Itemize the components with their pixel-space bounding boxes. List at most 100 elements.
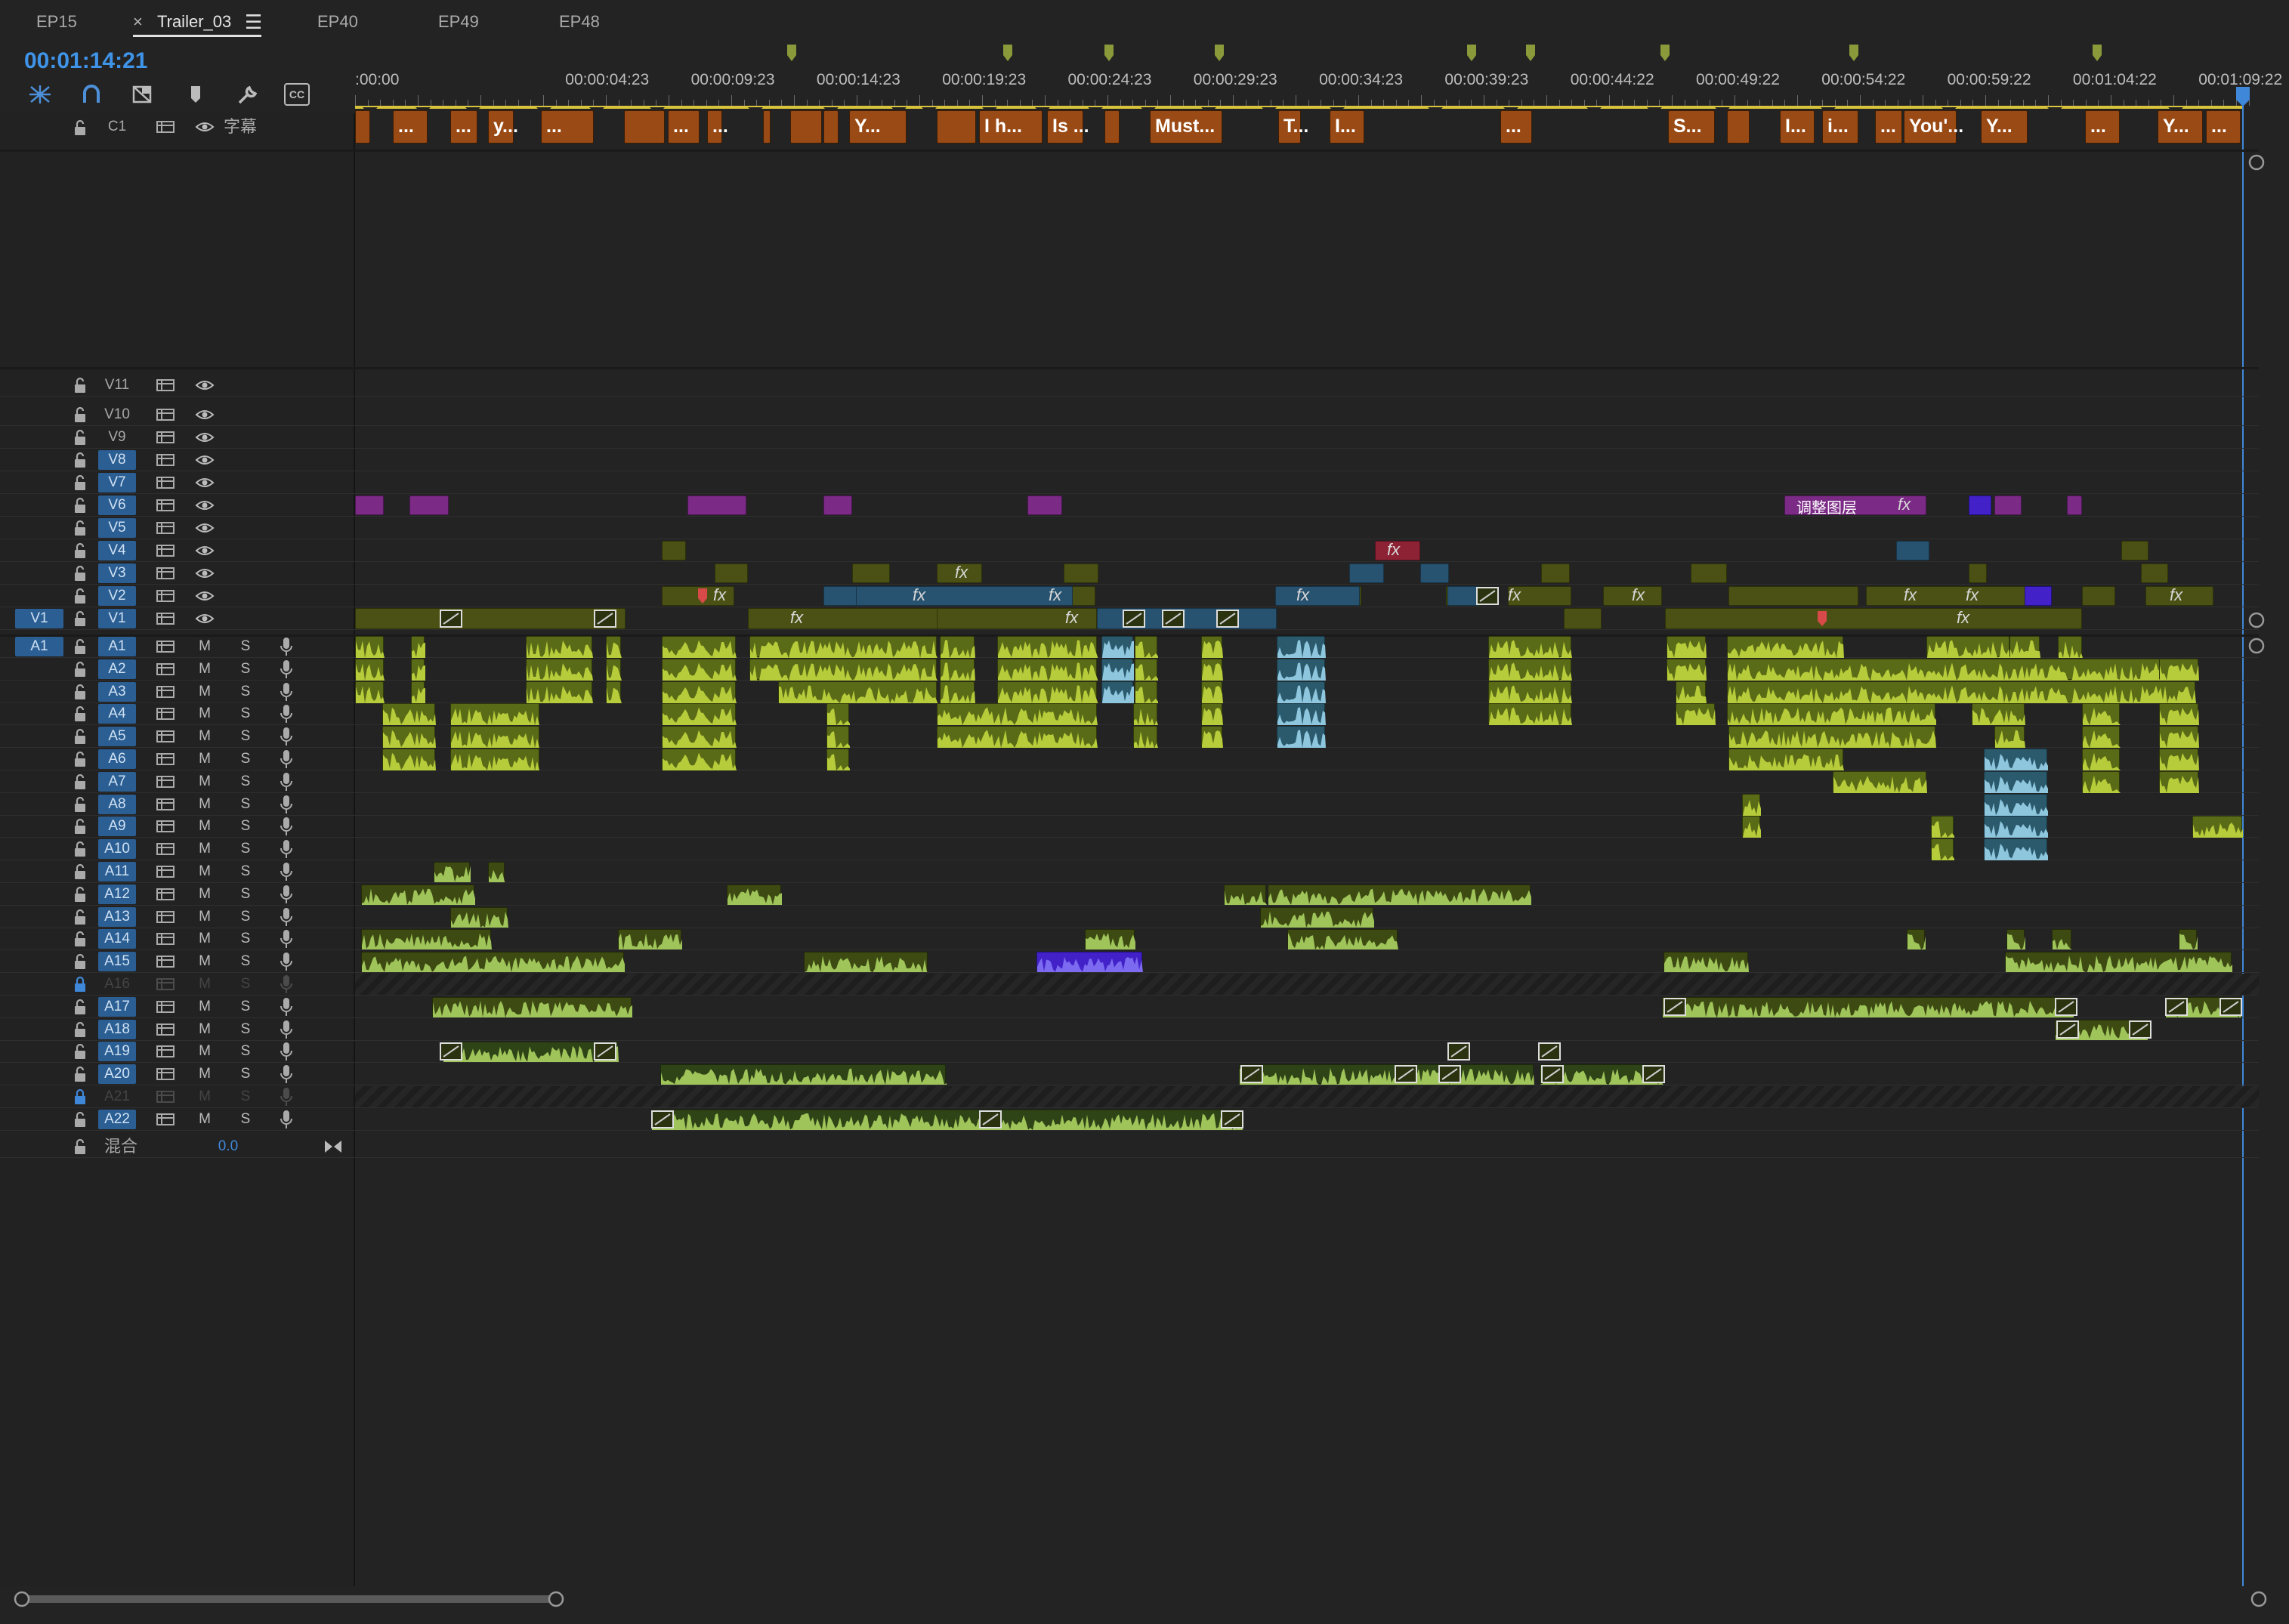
audio-clip[interactable]: [361, 884, 475, 905]
transition-icon[interactable]: [1663, 997, 1686, 1016]
lock-icon[interactable]: [73, 728, 88, 745]
audio-clip[interactable]: [382, 703, 436, 726]
sync-lock-icon[interactable]: [156, 841, 175, 857]
transition-icon[interactable]: [440, 610, 462, 628]
solo-button[interactable]: S: [237, 750, 254, 768]
caption-clip[interactable]: [1727, 110, 1750, 144]
audio-clip[interactable]: [1085, 929, 1135, 950]
transition-icon[interactable]: [1162, 610, 1185, 628]
linked-selection-icon[interactable]: [79, 83, 104, 106]
solo-button[interactable]: S: [237, 1065, 254, 1083]
sync-lock-icon[interactable]: [156, 498, 175, 513]
audio-clip[interactable]: [1488, 681, 1572, 703]
solo-button[interactable]: S: [237, 773, 254, 791]
audio-clip[interactable]: [434, 862, 471, 882]
caption-clip[interactable]: ...: [2206, 110, 2241, 144]
voice-over-record-icon[interactable]: [280, 997, 293, 1017]
sequence-marker-icon[interactable]: [1466, 44, 1477, 62]
solo-button[interactable]: S: [237, 952, 254, 971]
audio-clip[interactable]: [1972, 703, 2025, 726]
solo-button[interactable]: S: [237, 863, 254, 881]
transition-icon[interactable]: [2056, 1020, 2079, 1039]
lock-icon[interactable]: [73, 610, 88, 627]
transition-icon[interactable]: [1642, 1065, 1665, 1084]
mute-button[interactable]: M: [196, 638, 213, 656]
mute-button[interactable]: M: [196, 975, 213, 993]
sync-lock-icon[interactable]: [156, 378, 175, 393]
sync-lock-icon[interactable]: [156, 520, 175, 536]
track-name-a1[interactable]: A1: [98, 637, 136, 656]
track-name-a19[interactable]: A19: [98, 1042, 136, 1062]
mute-button[interactable]: M: [196, 773, 213, 791]
audio-clip[interactable]: [526, 636, 593, 658]
lock-icon[interactable]: [73, 684, 88, 700]
sync-lock-icon[interactable]: [156, 662, 175, 677]
vertical-zoom-handle-top[interactable]: [2247, 153, 2266, 172]
caption-clip[interactable]: [823, 110, 839, 144]
video-clip[interactable]: [1896, 541, 1929, 560]
audio-clip[interactable]: [2006, 929, 2025, 950]
horizontal-scrollbar[interactable]: [12, 1589, 2271, 1609]
track-name-a17[interactable]: A17: [98, 996, 136, 1017]
lock-icon[interactable]: [73, 841, 88, 857]
video-clip[interactable]: [355, 496, 384, 515]
audio-clip[interactable]: [1984, 816, 2048, 838]
toggle-output-eye-icon[interactable]: [195, 499, 215, 512]
playhead-timecode[interactable]: 00:01:14:21: [24, 48, 147, 74]
track-name-a10[interactable]: A10: [98, 839, 136, 860]
sync-lock-icon[interactable]: [156, 407, 175, 422]
playhead-line[interactable]: [2242, 106, 2244, 1586]
solo-button[interactable]: S: [237, 683, 254, 701]
source-patch-a1[interactable]: A1: [15, 637, 63, 656]
audio-clip[interactable]: [2082, 749, 2121, 770]
audio-clip[interactable]: [1833, 770, 1927, 793]
audio-clip[interactable]: [1260, 906, 1374, 928]
mute-button[interactable]: M: [196, 908, 213, 926]
audio-clip[interactable]: [1727, 658, 2196, 681]
voice-over-record-icon[interactable]: [280, 1110, 293, 1129]
audio-clip[interactable]: [940, 658, 975, 681]
audio-clip[interactable]: [826, 703, 850, 726]
sequence-marker-icon[interactable]: [1660, 44, 1670, 62]
lock-icon[interactable]: [73, 1043, 88, 1060]
audio-clip[interactable]: [940, 681, 975, 703]
track-name-a9[interactable]: A9: [98, 817, 136, 837]
sync-lock-icon[interactable]: [156, 729, 175, 744]
solo-button[interactable]: S: [237, 885, 254, 903]
snap-icon[interactable]: [27, 83, 53, 106]
sync-lock-icon[interactable]: [156, 864, 175, 879]
lock-icon[interactable]: [73, 976, 88, 993]
go-to-edit-icon[interactable]: [323, 1139, 343, 1154]
caption-clip[interactable]: You'...: [1904, 110, 1963, 144]
audio-clip[interactable]: [662, 703, 737, 726]
audio-clip[interactable]: [1277, 636, 1326, 658]
audio-clip[interactable]: [997, 658, 1098, 681]
audio-clip[interactable]: [606, 681, 622, 703]
solo-button[interactable]: S: [237, 705, 254, 723]
audio-clip[interactable]: [1926, 636, 2010, 658]
mute-button[interactable]: M: [196, 1020, 213, 1039]
audio-clip[interactable]: [1036, 952, 1143, 973]
toggle-output-eye-icon[interactable]: [195, 120, 215, 134]
transition-icon[interactable]: [594, 610, 616, 628]
sync-lock-icon[interactable]: [156, 819, 175, 834]
sequence-marker-icon[interactable]: [786, 44, 797, 62]
lock-icon[interactable]: [73, 1021, 88, 1038]
nest-icon[interactable]: [130, 83, 156, 106]
audio-clip[interactable]: [1135, 681, 1158, 703]
voice-over-record-icon[interactable]: [280, 795, 293, 814]
vertical-zoom-handle-mid[interactable]: [2247, 610, 2266, 630]
audio-clip[interactable]: [2009, 636, 2040, 658]
video-clip[interactable]: [1691, 563, 1727, 583]
audio-clip[interactable]: [937, 726, 1098, 749]
lock-icon[interactable]: [73, 474, 88, 491]
audio-clip[interactable]: [450, 749, 540, 770]
track-name-v6[interactable]: V6: [98, 496, 136, 515]
transition-icon[interactable]: [1438, 1065, 1461, 1084]
track-name-v2[interactable]: V2: [98, 586, 136, 606]
tab-ep40[interactable]: EP40: [317, 9, 358, 35]
audio-clip[interactable]: [450, 703, 540, 726]
track-name-a20[interactable]: A20: [98, 1064, 136, 1085]
lock-icon[interactable]: [73, 1088, 88, 1105]
sequence-marker-icon[interactable]: [1002, 44, 1013, 62]
